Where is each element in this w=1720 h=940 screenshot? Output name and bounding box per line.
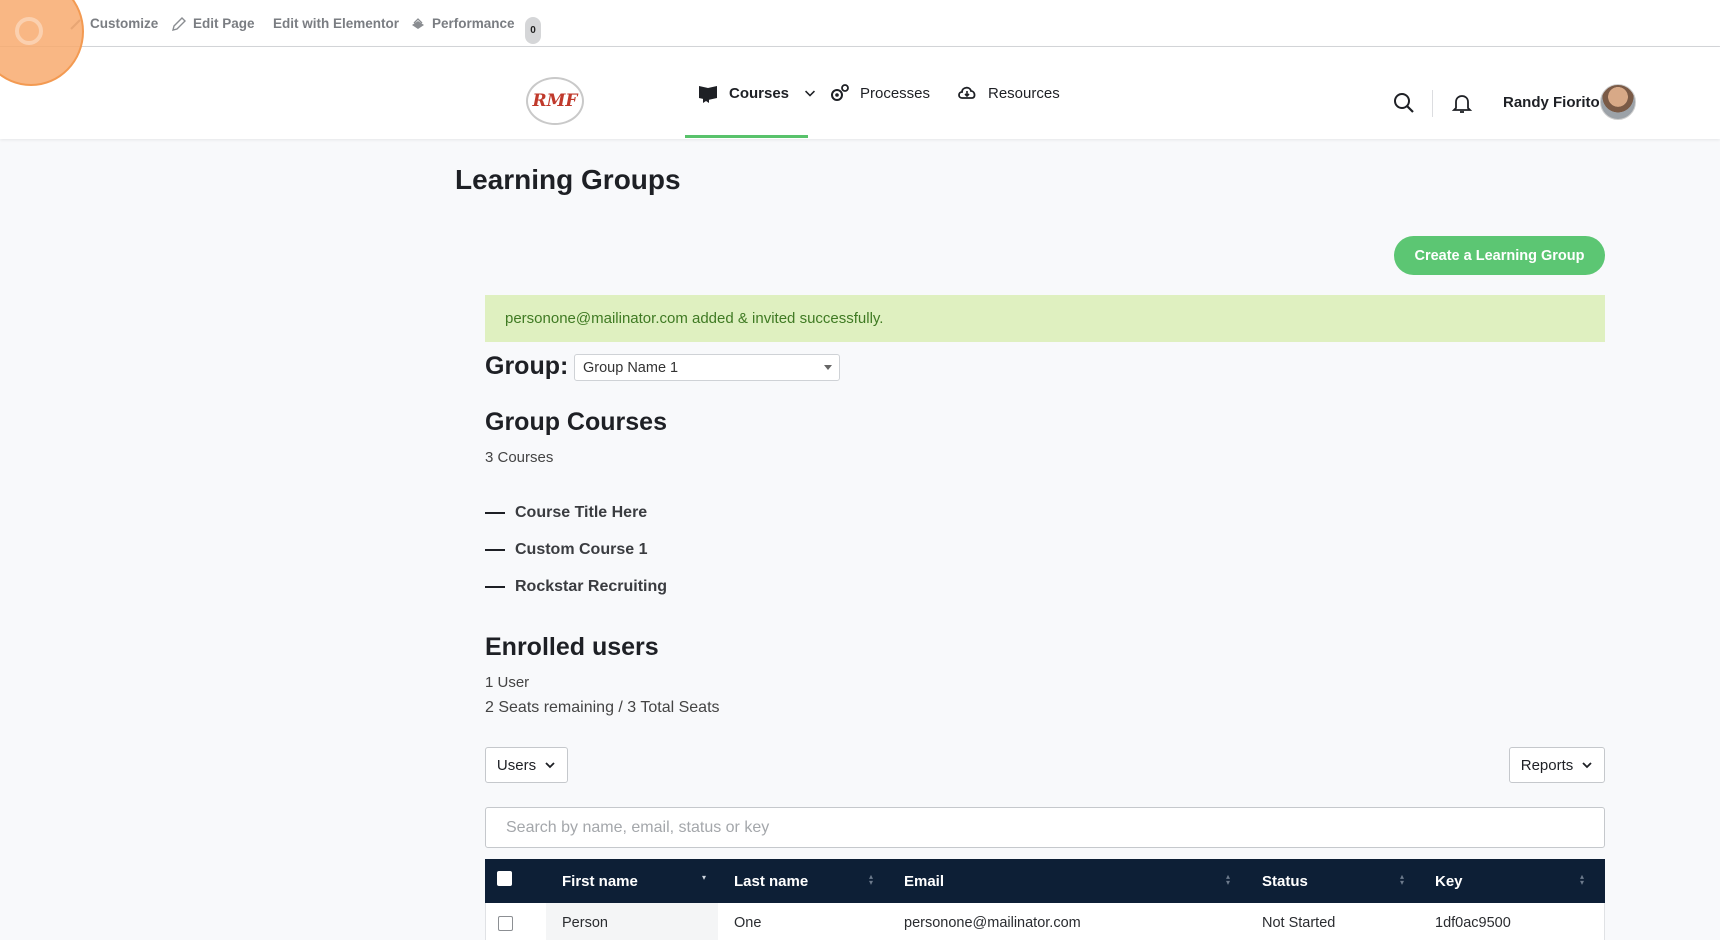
cell-status: Not Started [1262, 915, 1336, 931]
avatar[interactable] [1600, 84, 1636, 120]
nav-courses[interactable]: Courses [697, 47, 817, 139]
sort-icon[interactable]: ▴ ▾ [1580, 873, 1584, 887]
create-learning-group-button[interactable]: Create a Learning Group [1394, 236, 1605, 275]
group-label: Group: [485, 352, 569, 380]
group-courses-heading: Group Courses [485, 408, 667, 436]
col-first-name[interactable]: First name [562, 859, 638, 903]
reports-button-label: Reports [1520, 756, 1574, 774]
gears-icon [831, 84, 849, 101]
admin-customize-label: Customize [90, 16, 159, 31]
group-select-value: Group Name 1 [583, 359, 679, 376]
user-count: 1 User [485, 674, 530, 691]
nav-processes[interactable]: Processes [828, 47, 930, 139]
col-label: Key [1435, 872, 1463, 890]
nav-active-underline [685, 135, 808, 138]
site-logo[interactable]: RMF [526, 77, 584, 125]
col-status[interactable]: Status [1262, 859, 1308, 903]
bell-icon[interactable] [1451, 92, 1473, 114]
seats-info: 2 Seats remaining / 3 Total Seats [485, 699, 720, 716]
row-checkbox[interactable] [498, 916, 513, 931]
course-item[interactable]: Custom Course 1 [485, 541, 647, 559]
sort-icon[interactable]: ▴ ▾ [1400, 873, 1404, 887]
admin-edit-page-link[interactable]: Edit Page [171, 0, 255, 47]
admin-edit-page-label: Edit Page [193, 16, 255, 31]
performance-icon [412, 17, 424, 29]
admin-bar: Customize Edit Page Edit with Elementor … [0, 0, 1720, 47]
page-title: Learning Groups [455, 164, 681, 195]
chevron-down-icon [545, 762, 555, 769]
courses-icon [699, 86, 717, 103]
logo-text: RMF [532, 91, 578, 111]
chevron-down-icon [805, 90, 816, 97]
performance-badge: 0 [525, 17, 541, 44]
table-header: First name ▾ Last name ▴ ▾ Email ▴ ▾ Statu… [485, 859, 1605, 903]
course-item[interactable]: Course Title Here [485, 504, 647, 522]
search-icon[interactable] [1393, 92, 1415, 114]
admin-performance-label: Performance [432, 16, 515, 31]
sort-icon[interactable]: ▴ ▾ [1226, 873, 1230, 887]
nav-resources[interactable]: Resources [956, 47, 1060, 139]
cell-first-name: Person [562, 915, 608, 931]
user-name[interactable]: Randy Fiorito [1503, 94, 1600, 111]
users-button-label: Users [496, 756, 537, 774]
col-label: Email [904, 872, 945, 890]
site-header: RMF Courses Processes Resources Randy Fi… [0, 47, 1720, 139]
col-label: Last name [734, 872, 809, 890]
course-item[interactable]: Rockstar Recruiting [485, 578, 667, 596]
nav-processes-label: Processes [860, 84, 931, 102]
courses-count: 3 Courses [485, 449, 554, 466]
users-dropdown-button[interactable]: Users [485, 747, 568, 783]
reports-dropdown-button[interactable]: Reports [1509, 747, 1605, 783]
admin-elementor-link[interactable]: Edit with Elementor [273, 0, 399, 47]
nav-resources-label: Resources [988, 84, 1060, 102]
table-row[interactable]: Person One personone@mailinator.com Not … [485, 903, 1605, 940]
sort-desc-icon[interactable]: ▾ [702, 874, 706, 882]
select-caret-icon [824, 365, 832, 370]
admin-elementor-label: Edit with Elementor [273, 16, 400, 31]
course-title: Course Title Here [515, 504, 648, 521]
select-all-checkbox[interactable] [497, 871, 512, 886]
col-key[interactable]: Key [1435, 859, 1463, 903]
group-select[interactable]: Group Name 1 [574, 354, 840, 381]
search-input[interactable] [485, 807, 1605, 848]
col-label: First name [562, 872, 638, 890]
pencil-icon [172, 16, 186, 31]
cell-last-name: One [734, 915, 762, 931]
enrolled-users-heading: Enrolled users [485, 633, 659, 661]
cell-key: 1df0ac9500 [1435, 915, 1511, 931]
users-table: First name ▾ Last name ▴ ▾ Email ▴ ▾ Statu… [485, 859, 1605, 940]
course-title: Rockstar Recruiting [515, 578, 668, 595]
sort-icon[interactable]: ▴ ▾ [869, 873, 873, 887]
header-divider [1432, 90, 1433, 117]
admin-performance-link[interactable]: Performance [410, 0, 515, 47]
dash-icon [485, 586, 505, 588]
col-label: Status [1262, 872, 1308, 890]
chevron-down-icon [1582, 762, 1592, 769]
col-last-name[interactable]: Last name [734, 859, 808, 903]
success-alert: personone@mailinator.com added & invited… [485, 295, 1605, 342]
col-email[interactable]: Email [904, 859, 944, 903]
cursor-ring [15, 17, 43, 45]
dash-icon [485, 549, 505, 551]
course-title: Custom Course 1 [515, 541, 648, 558]
nav-courses-label: Courses [729, 84, 790, 102]
cell-email: personone@mailinator.com [904, 915, 1081, 931]
dash-icon [485, 512, 505, 514]
cloud-download-icon [958, 86, 976, 99]
